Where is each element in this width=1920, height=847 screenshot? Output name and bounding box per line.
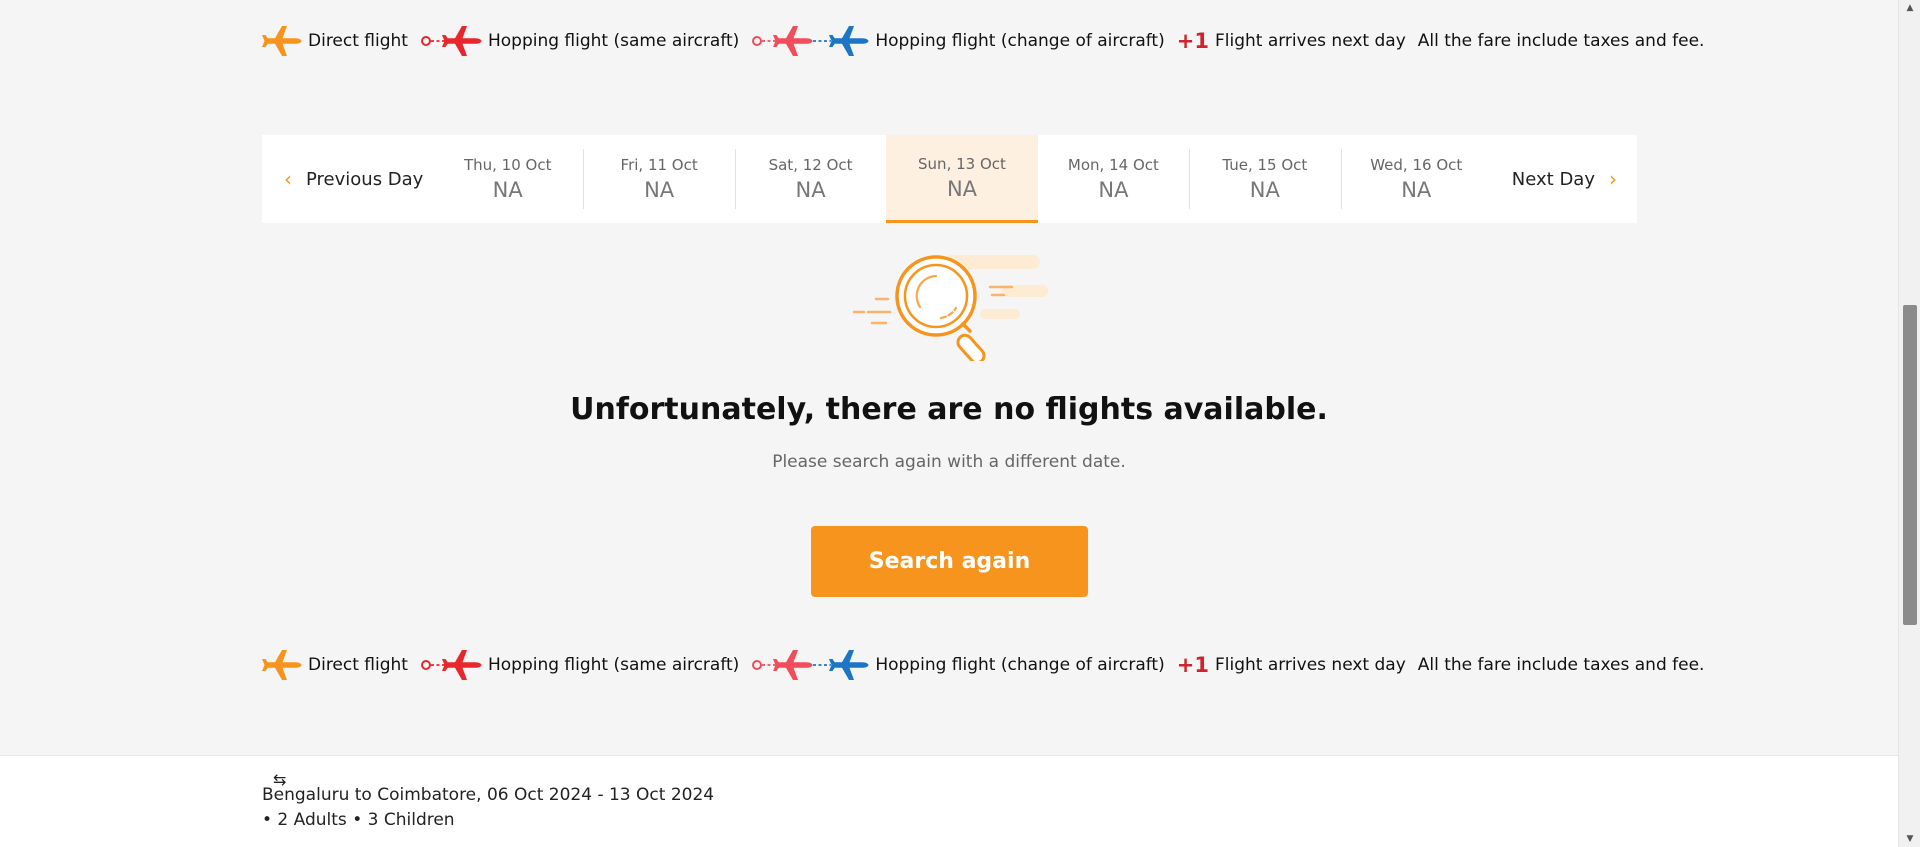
chevron-right-icon: › [1609,167,1617,191]
date-tabs: Thu, 10 Oct NA Fri, 11 Oct NA Sat, 12 Oc… [432,135,1492,223]
date-tab-price: NA [946,176,978,201]
legend-next-day-label: Flight arrives next day [1214,655,1406,675]
direct-flight-icon [262,25,302,57]
date-tab-label: Tue, 15 Oct [1222,156,1308,174]
legend-next-day-label: Flight arrives next day [1214,31,1406,51]
date-tab-selected[interactable]: Sun, 13 Oct NA [886,135,1038,223]
next-day-label: Next Day [1511,168,1595,190]
legend-hopping-same-label: Hopping flight (same aircraft) [487,655,740,675]
no-flights-title: Unfortunately, there are no flights avai… [570,392,1328,427]
route-summary: Bengaluru to Coimbatore, 06 Oct 2024 - 1… [262,785,715,805]
date-tab-label: Sat, 12 Oct [768,156,853,174]
legend-hopping-change-label: Hopping flight (change of aircraft) [875,655,1165,675]
legend-fare-note: All the fare include taxes and fee. [1417,31,1705,51]
magnifier-illustration [852,251,1052,365]
search-again-button[interactable]: Search again [811,526,1088,597]
results-page: Direct flight Hopping flight (same aircr… [0,0,1898,847]
date-tab[interactable]: Wed, 16 Oct NA [1340,135,1492,223]
next-day-badge: +1 [1176,653,1209,677]
legend-hopping-change-label: Hopping flight (change of aircraft) [875,31,1165,51]
hopping-change-aircraft-icon [751,649,869,681]
date-tab-label: Wed, 16 Oct [1370,156,1463,174]
flight-legend-top: Direct flight Hopping flight (same aircr… [262,24,1704,58]
hopping-change-aircraft-icon [751,25,869,57]
scroll-up-arrow-icon[interactable]: ▲ [1899,0,1920,16]
previous-day-button[interactable]: ‹ Previous Day [262,135,432,223]
flight-legend-bottom: Direct flight Hopping flight (same aircr… [262,648,1704,682]
date-tab-label: Mon, 14 Oct [1067,156,1159,174]
date-tab-price: NA [795,178,826,202]
date-tab-label: Fri, 11 Oct [620,156,698,174]
chevron-left-icon: ‹ [284,167,292,191]
date-tab-price: NA [1098,178,1129,202]
date-tab[interactable]: Mon, 14 Oct NA [1038,135,1189,223]
date-tab-label: Sun, 13 Oct [918,154,1006,173]
legend-hopping-same-label: Hopping flight (same aircraft) [487,31,740,51]
hopping-same-aircraft-icon [420,649,482,681]
direct-flight-icon [262,649,302,681]
next-day-badge: +1 [1176,29,1209,53]
page-scrollbar[interactable]: ▲ ▼ [1898,0,1920,847]
date-tab-label: Thu, 10 Oct [463,156,552,174]
legend-fare-note: All the fare include taxes and fee. [1417,655,1705,675]
next-day-button[interactable]: Next Day › [1492,135,1637,223]
date-tab-price: NA [492,178,523,202]
date-tab[interactable]: Fri, 11 Oct NA [583,135,734,223]
no-flights-subtitle: Please search again with a different dat… [772,452,1126,472]
legend-direct-label: Direct flight [308,31,408,51]
date-tab-price: NA [1401,178,1432,202]
date-tab[interactable]: Thu, 10 Oct NA [432,135,583,223]
hopping-same-aircraft-icon [420,25,482,57]
previous-day-label: Previous Day [306,168,424,190]
date-tab[interactable]: Sat, 12 Oct NA [734,135,886,223]
scroll-down-arrow-icon[interactable]: ▼ [1899,831,1920,847]
date-tab-price: NA [1249,178,1280,202]
search-summary-bar: ⇆ Bengaluru to Coimbatore, 06 Oct 2024 -… [0,755,1898,847]
date-tab-price: NA [644,178,675,202]
date-tab[interactable]: Tue, 15 Oct NA [1189,135,1340,223]
legend-direct-label: Direct flight [308,655,408,675]
scrollbar-thumb[interactable] [1903,305,1917,625]
passenger-summary: • 2 Adults • 3 Children [262,810,455,830]
date-selector: ‹ Previous Day Thu, 10 Oct NA Fri, 11 Oc… [262,135,1637,223]
